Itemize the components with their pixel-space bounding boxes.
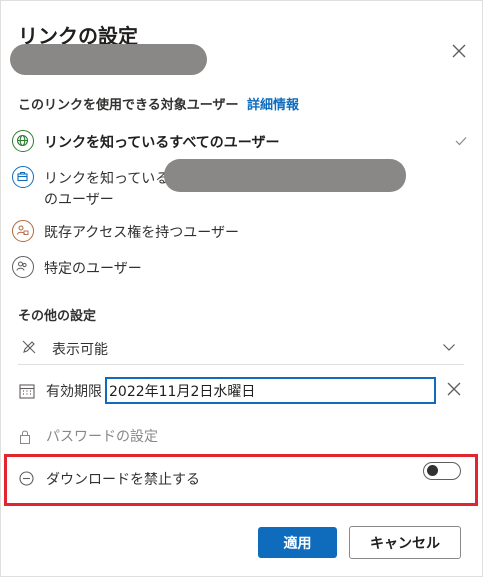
globe-icon [12,130,34,152]
option-specific-label: 特定のユーザー [44,261,142,277]
audience-heading-text: このリンクを使用できる対象ユーザー [18,98,239,113]
chevron-down-icon [443,344,455,351]
briefcase-icon [12,166,34,188]
permission-dropdown[interactable]: 表示可能 [18,336,464,362]
calendar-icon [19,384,35,399]
expiry-date-input[interactable]: 2022年11月2日水曜日 [105,377,436,404]
lock-icon [20,430,30,444]
redacted-organization-name [164,159,406,192]
apply-button[interactable]: 適用 [258,527,337,558]
option-organization-label-line1: リンクを知っている [44,171,170,187]
close-icon [447,382,461,396]
audience-option-anyone[interactable]: リンクを知っているすべてのユーザー [12,130,472,154]
checkmark-icon [455,137,467,146]
audience-heading: このリンクを使用できる対象ユーザー 詳細情報 [18,94,299,113]
password-label: パスワードの設定 [46,429,158,445]
close-icon [452,44,466,58]
highlight-box [4,454,478,506]
details-link[interactable]: 詳細情報 [247,98,299,113]
option-anyone-label: リンクを知っているすべてのユーザー [44,135,280,151]
audience-option-existing[interactable]: 既存アクセス権を持つユーザー [12,220,472,244]
audience-option-specific[interactable]: 特定のユーザー [12,256,472,280]
pencil-slash-icon [22,340,36,354]
option-existing-label: 既存アクセス権を持つユーザー [44,225,240,241]
people-lock-icon [12,220,34,242]
permission-value: 表示可能 [52,342,108,358]
redacted-filename [10,44,207,75]
permission-divider [18,364,464,365]
clear-expiry-button[interactable] [444,379,464,399]
close-button[interactable] [448,40,470,62]
password-setting-row[interactable]: パスワードの設定 [18,424,464,448]
other-settings-heading: その他の設定 [18,309,97,324]
expiry-label: 有効期限 [46,384,102,400]
cancel-button[interactable]: キャンセル [349,526,461,559]
people-icon [12,256,34,278]
option-organization-label-line2: のユーザー [44,192,114,208]
